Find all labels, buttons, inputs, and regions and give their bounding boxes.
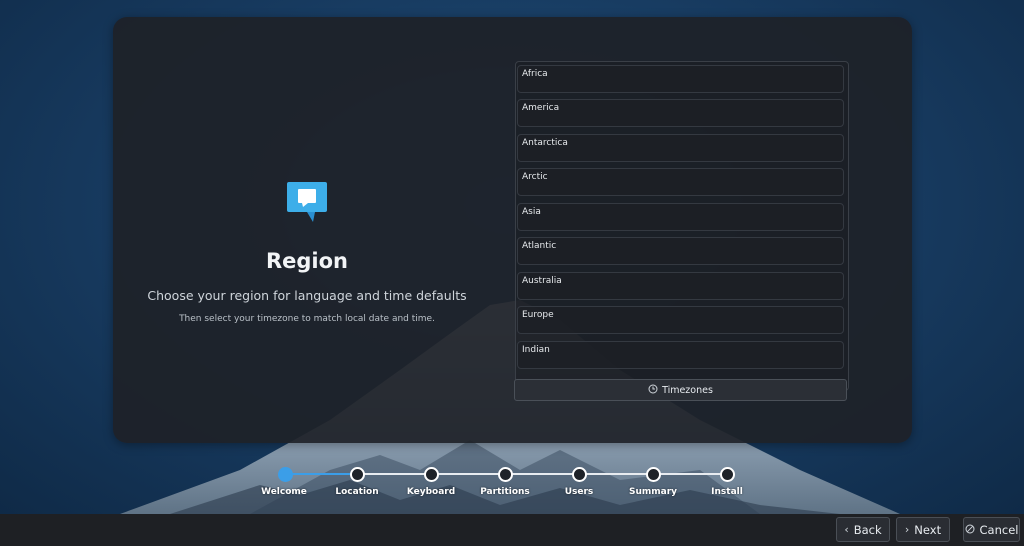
step-dot-location — [350, 467, 365, 482]
region-item-africa[interactable]: Africa — [517, 65, 844, 93]
step-connector — [436, 473, 504, 475]
cancel-icon — [965, 523, 975, 537]
region-page-card: Region Choose your region for language a… — [113, 17, 912, 443]
region-item-label: Indian — [522, 345, 550, 355]
timezones-button-label: Timezones — [662, 384, 713, 396]
step-connector — [584, 473, 652, 475]
page-title: Region — [265, 249, 349, 273]
step-connector — [362, 473, 430, 475]
cancel-button[interactable]: Cancel — [963, 517, 1020, 542]
step-label-partitions: Partitions — [480, 487, 530, 497]
intro-panel: Region Choose your region for language a… — [113, 17, 501, 443]
step-dot-keyboard — [424, 467, 439, 482]
step-label-users: Users — [564, 487, 594, 497]
region-item-label: Arctic — [522, 172, 548, 182]
chevron-right-icon: › — [904, 523, 910, 536]
step-dot-summary — [646, 467, 661, 482]
speech-bubble-icon — [285, 180, 329, 224]
back-button[interactable]: ‹ Back — [836, 517, 890, 542]
region-item-arctic[interactable]: Arctic — [517, 168, 844, 196]
region-item-label: Antarctica — [522, 138, 568, 148]
step-dot-partitions — [498, 467, 513, 482]
region-list[interactable]: Africa America Antarctica Arctic Asia At… — [515, 61, 849, 391]
step-connector — [658, 473, 726, 475]
clock-icon — [648, 384, 658, 397]
region-item-atlantic[interactable]: Atlantic — [517, 237, 844, 265]
region-item-asia[interactable]: Asia — [517, 203, 844, 231]
step-label-install: Install — [711, 487, 743, 497]
back-button-label: Back — [853, 522, 882, 537]
region-item-label: Europe — [522, 310, 554, 320]
region-item-indian[interactable]: Indian — [517, 341, 844, 369]
timezones-button[interactable]: Timezones — [514, 379, 847, 401]
step-dot-users — [572, 467, 587, 482]
step-dot-welcome — [278, 467, 293, 482]
step-connector-done — [290, 473, 356, 475]
page-hint: Then select your timezone to match local… — [179, 314, 435, 324]
next-button[interactable]: › Next — [896, 517, 950, 542]
region-item-label: Asia — [522, 207, 541, 217]
region-item-america[interactable]: America — [517, 99, 844, 127]
region-item-label: Australia — [522, 276, 562, 286]
region-item-europe[interactable]: Europe — [517, 306, 844, 334]
page-subtitle: Choose your region for language and time… — [147, 288, 467, 303]
step-label-keyboard: Keyboard — [406, 487, 456, 497]
step-dot-install — [720, 467, 735, 482]
region-item-label: Atlantic — [522, 241, 557, 251]
region-item-label: America — [522, 103, 560, 113]
step-label-location: Location — [335, 487, 379, 497]
region-item-australia[interactable]: Australia — [517, 272, 844, 300]
step-label-welcome: Welcome — [261, 487, 307, 497]
chevron-left-icon: ‹ — [844, 523, 849, 536]
step-label-summary: Summary — [628, 487, 678, 497]
next-button-label: Next — [914, 522, 942, 537]
step-connector — [510, 473, 578, 475]
region-item-antarctica[interactable]: Antarctica — [517, 134, 844, 162]
cancel-button-label: Cancel — [979, 522, 1019, 537]
region-item-label: Africa — [522, 69, 548, 79]
